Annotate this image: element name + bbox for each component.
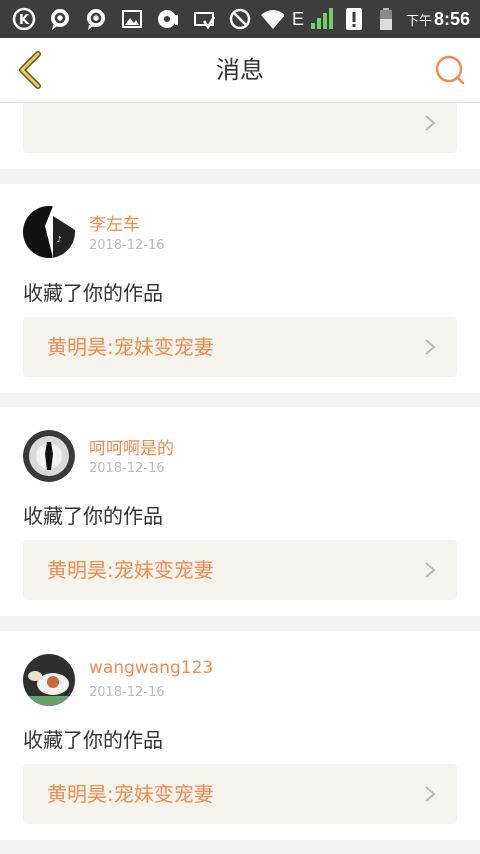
signal-icon xyxy=(310,7,334,31)
svg-text:♪: ♪ xyxy=(56,235,61,244)
chat-icon xyxy=(84,7,108,31)
action-text: 收藏了你的作品 xyxy=(23,504,163,528)
wifi-icon xyxy=(260,7,284,31)
action-text: 收藏了你的作品 xyxy=(23,281,163,305)
app-header: 消息 xyxy=(0,38,480,103)
username[interactable]: 呵呵啊是的 xyxy=(89,434,174,459)
username[interactable]: 李左车 xyxy=(89,210,140,235)
work-title: 黄明昊:宠妹变宠妻 xyxy=(47,335,214,359)
page-title: 消息 xyxy=(216,56,264,84)
timestamp: 2018-12-16 xyxy=(89,238,165,253)
work-title: 黄明昊:宠妹变宠妻 xyxy=(47,558,214,582)
status-bar: K E 下午 8:56 xyxy=(0,0,480,38)
music-icon xyxy=(156,7,180,31)
message-list[interactable]: ♪ 李左车 2018-12-16 收藏了你的作品 黄明昊:宠妹变宠妻 呵呵啊是的… xyxy=(0,103,480,854)
chat-icon xyxy=(48,7,72,31)
message-card: 呵呵啊是的 2018-12-16 收藏了你的作品 黄明昊:宠妹变宠妻 xyxy=(0,407,480,616)
work-link[interactable]: 黄明昊:宠妹变宠妻 xyxy=(23,540,457,600)
clock-time: 8:56 xyxy=(433,8,470,29)
avatar[interactable] xyxy=(23,654,75,706)
action-text: 收藏了你的作品 xyxy=(23,728,163,752)
search-icon xyxy=(435,55,465,85)
clock: 下午 8:56 xyxy=(406,9,470,30)
avatar[interactable] xyxy=(23,430,75,482)
notification-icons: K xyxy=(12,6,252,32)
k-app-icon: K xyxy=(12,7,36,31)
timestamp: 2018-12-16 xyxy=(89,685,165,700)
blocked-icon xyxy=(228,7,252,31)
work-title: 黄明昊:宠妹变宠妻 xyxy=(47,782,214,806)
search-button[interactable] xyxy=(432,52,468,88)
message-card xyxy=(0,103,480,169)
avatar[interactable]: ♪ xyxy=(23,206,75,258)
chevron-right-icon xyxy=(425,115,436,131)
username[interactable]: wangwang123 xyxy=(89,658,213,678)
svg-text:K: K xyxy=(19,13,30,28)
system-icons: E 下午 8:56 xyxy=(260,4,470,34)
clock-period: 下午 xyxy=(405,12,432,28)
message-card: ♪ 李左车 2018-12-16 收藏了你的作品 黄明昊:宠妹变宠妻 xyxy=(0,184,480,393)
notification-icon xyxy=(192,7,216,31)
timestamp: 2018-12-16 xyxy=(89,461,165,476)
battery-icon xyxy=(374,7,398,31)
work-link[interactable]: 黄明昊:宠妹变宠妻 xyxy=(23,764,457,824)
work-link[interactable] xyxy=(23,103,457,153)
chevron-right-icon xyxy=(425,562,436,578)
alert-icon xyxy=(342,7,366,31)
chevron-right-icon xyxy=(425,339,436,355)
chevron-right-icon xyxy=(425,786,436,802)
message-card: wangwang123 2018-12-16 收藏了你的作品 黄明昊:宠妹变宠妻 xyxy=(0,631,480,840)
network-type-label: E xyxy=(291,8,304,29)
image-icon xyxy=(120,7,144,31)
work-link[interactable]: 黄明昊:宠妹变宠妻 xyxy=(23,317,457,377)
